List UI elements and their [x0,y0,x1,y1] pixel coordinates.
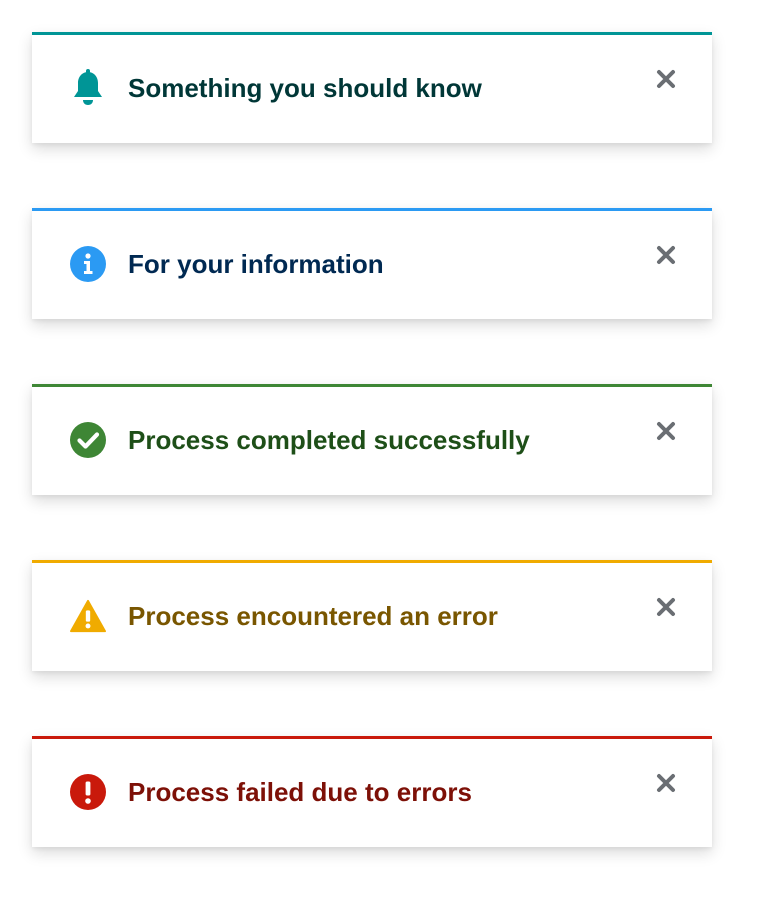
alert-title: Process completed successfully [128,425,530,455]
alert-title: For your information [128,249,384,279]
alert-title: Something you should know [128,73,482,103]
check-circle-icon [70,422,106,458]
warning-triangle-icon [70,598,106,634]
alert-success: Process completed successfully [32,384,712,495]
close-icon[interactable] [652,65,680,93]
alert-info: For your information [32,208,712,319]
alert-title: Process encountered an error [128,601,498,631]
close-icon[interactable] [652,417,680,445]
alert-title: Process failed due to errors [128,777,472,807]
alert-warning: Process encountered an error [32,560,712,671]
alert-default: Something you should know [32,32,712,143]
close-icon[interactable] [652,769,680,797]
exclamation-circle-icon [70,774,106,810]
close-icon[interactable] [652,241,680,269]
bell-icon [70,69,106,106]
alert-stack: Something you should know For your infor… [0,0,762,898]
close-icon[interactable] [652,593,680,621]
alert-danger: Process failed due to errors [32,736,712,847]
info-circle-icon [70,246,106,282]
